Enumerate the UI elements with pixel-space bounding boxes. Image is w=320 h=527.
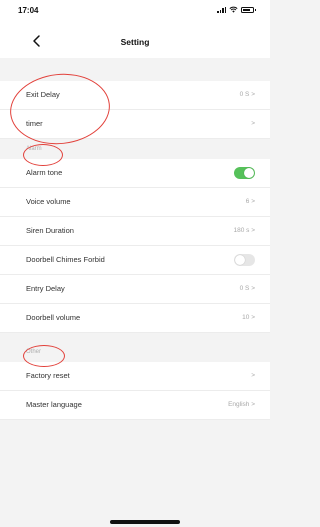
doorbell-chimes-forbid-label: Doorbell Chimes Forbid [26,255,105,264]
master-language-row[interactable]: Master language English > [0,391,270,420]
voice-volume-row[interactable]: Voice volume 6 > [0,188,270,217]
entry-delay-label: Entry Delay [26,284,65,293]
other-section-title: Other [26,349,42,355]
alarm-tone-label: Alarm tone [26,168,63,177]
nav-bar: Setting [0,24,270,58]
doorbell-volume-label: Doorbell volume [26,313,81,322]
master-language-label: Master language [26,400,82,409]
home-indicator [110,520,180,524]
page-title: Setting [120,37,150,47]
status-time: 17:04 [18,6,39,15]
entry-delay-value: 0 S > [239,285,255,292]
exit-delay-value: 0 S > [239,91,255,98]
battery-icon [241,6,256,13]
other-section-header: Other [0,343,270,362]
factory-reset-row[interactable]: Factory reset > [0,362,270,391]
master-language-value: English > [228,401,255,408]
toggle-knob [244,168,254,178]
factory-reset-label: Factory reset [26,371,70,380]
timer-chevron: > [251,120,255,127]
status-icons [217,6,256,13]
alarm-tone-toggle[interactable] [234,167,255,179]
factory-reset-chevron: > [251,372,255,379]
status-bar: 17:04 [0,0,270,24]
doorbell-volume-row[interactable]: Doorbell volume 10 > [0,304,270,333]
siren-duration-row[interactable]: Siren Duration 180 s > [0,217,270,246]
siren-duration-value: 180 s > [233,227,255,234]
timer-label: timer [26,119,43,128]
doorbell-chimes-forbid-row: Doorbell Chimes Forbid [0,246,270,275]
alarm-section-title: Alarm [26,146,42,152]
voice-volume-label: Voice volume [26,197,71,206]
siren-duration-label: Siren Duration [26,226,74,235]
alarm-tone-row: Alarm tone [0,159,270,188]
wifi-icon [229,6,238,13]
exit-delay-label: Exit Delay [26,90,60,99]
entry-delay-row[interactable]: Entry Delay 0 S > [0,275,270,304]
exit-delay-row[interactable]: Exit Delay 0 S > [0,81,270,110]
voice-volume-value: 6 > [245,198,255,205]
doorbell-chimes-forbid-toggle[interactable] [234,254,255,266]
signal-icon [217,6,226,13]
toggle-knob [235,255,245,265]
timer-row[interactable]: timer > [0,110,270,139]
alarm-section-header: Alarm [0,140,270,159]
doorbell-volume-value: 10 > [242,314,255,321]
